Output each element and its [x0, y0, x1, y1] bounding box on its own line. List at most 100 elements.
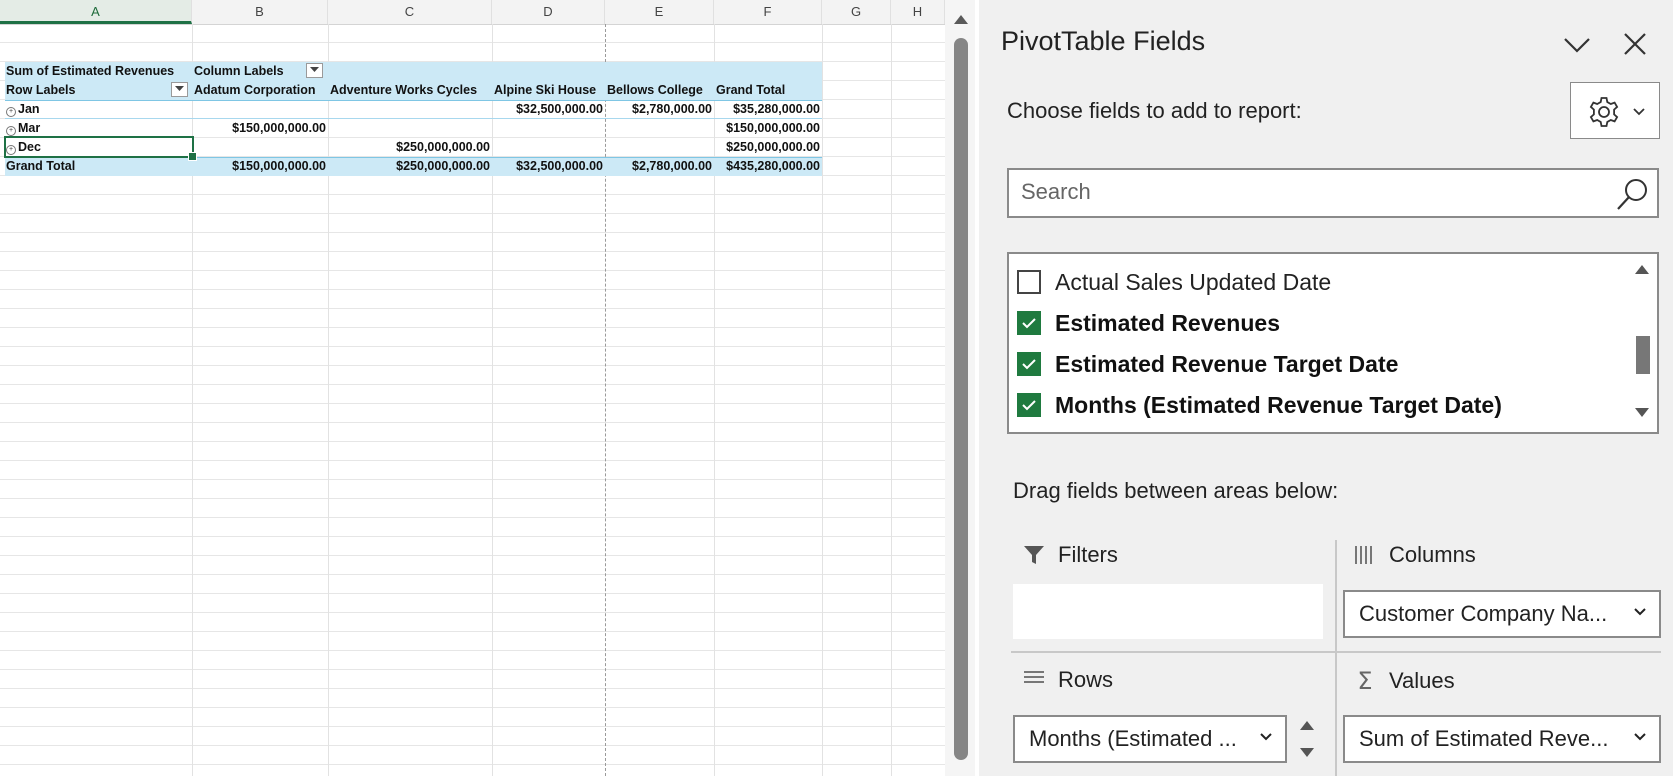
- pivot-col-header[interactable]: Alpine Ski House: [494, 81, 596, 100]
- pivot-total-cell[interactable]: $32,500,000.00: [494, 157, 603, 176]
- pivot-total-cell[interactable]: $250,000,000.00: [330, 157, 490, 176]
- pivot-cell[interactable]: [494, 138, 603, 157]
- pivot-col-header[interactable]: Grand Total: [716, 81, 785, 100]
- chevron-down-icon[interactable]: [1633, 731, 1647, 743]
- filter-icon: [1024, 546, 1044, 564]
- pane-close-button[interactable]: [1619, 28, 1651, 60]
- chevron-down-icon: [1633, 108, 1645, 116]
- area-divider: [1011, 651, 1661, 653]
- pivottable-fields-pane: PivotTable Fields Choose fields to add t…: [979, 0, 1673, 776]
- pivot-cell[interactable]: $250,000,000.00: [330, 138, 490, 157]
- pane-title: PivotTable Fields: [1001, 26, 1206, 56]
- scroll-down-arrow-icon[interactable]: [1633, 406, 1651, 420]
- pivot-cell[interactable]: $2,780,000.00: [607, 100, 712, 119]
- worksheet[interactable]: A B C D E F G H Sum of Estimated Revenue…: [0, 0, 945, 776]
- field-item[interactable]: Estimated Revenues: [1017, 303, 1280, 343]
- filters-area-header: Filters: [1020, 542, 1118, 568]
- pivot-cell[interactable]: [194, 138, 326, 157]
- column-header-a[interactable]: A: [0, 0, 192, 24]
- rows-field-label: Months (Estimated ...: [1029, 726, 1237, 751]
- pivot-cell[interactable]: [607, 119, 712, 138]
- gridline: [714, 24, 715, 776]
- field-label: Months (Estimated Revenue Target Date): [1055, 391, 1502, 418]
- field-list[interactable]: Actual Sales Updated Date Estimated Reve…: [1007, 252, 1659, 434]
- scrollbar-thumb[interactable]: [1636, 336, 1650, 374]
- area-divider: [1335, 540, 1337, 776]
- pivot-corner-label[interactable]: Sum of Estimated Revenues: [6, 62, 174, 81]
- rows-label: Rows: [1058, 667, 1114, 692]
- close-icon: [1624, 33, 1646, 55]
- values-field-pill[interactable]: Sum of Estimated Reve...: [1343, 715, 1661, 763]
- pivot-cell[interactable]: [330, 100, 490, 119]
- pivot-cell[interactable]: [194, 100, 326, 119]
- search-icon[interactable]: [1615, 176, 1651, 212]
- pivot-cell[interactable]: $150,000,000.00: [194, 119, 326, 138]
- column-header-b[interactable]: B: [192, 0, 328, 24]
- checkmark-icon: [1022, 359, 1036, 370]
- pivot-col-header[interactable]: Adventure Works Cycles: [330, 81, 477, 100]
- pivot-column-labels[interactable]: Column Labels: [194, 62, 284, 81]
- field-item[interactable]: Months (Estimated Revenue Target Date): [1017, 385, 1502, 425]
- fill-handle[interactable]: [188, 152, 197, 161]
- pivot-cell[interactable]: $150,000,000.00: [716, 119, 820, 138]
- pivot-row-labels[interactable]: Row Labels: [6, 81, 75, 100]
- scrollbar-thumb[interactable]: [954, 38, 968, 760]
- gridline: [492, 24, 493, 776]
- field-checkbox[interactable]: [1017, 352, 1041, 376]
- filters-drop-zone[interactable]: [1013, 584, 1323, 639]
- expand-icon[interactable]: +: [6, 107, 16, 117]
- gridline: [328, 24, 329, 776]
- column-header-e[interactable]: E: [605, 0, 714, 24]
- field-checkbox[interactable]: [1017, 270, 1041, 294]
- choose-fields-label: Choose fields to add to report:: [1007, 98, 1302, 123]
- rows-field-pill[interactable]: Months (Estimated ...: [1013, 715, 1287, 763]
- search-input[interactable]: [1009, 170, 1613, 214]
- filter-dropdown-icon: [175, 86, 184, 91]
- expand-icon[interactable]: +: [6, 126, 16, 136]
- filter-dropdown-icon: [310, 67, 319, 72]
- chevron-down-icon[interactable]: [1259, 731, 1273, 743]
- column-labels-filter-button[interactable]: [306, 63, 323, 78]
- pivot-total-cell[interactable]: $435,280,000.00: [716, 157, 820, 176]
- pivot-row-jan[interactable]: + Jan: [6, 100, 40, 119]
- pivot-cell[interactable]: $250,000,000.00: [716, 138, 820, 157]
- pivot-cell[interactable]: [607, 138, 712, 157]
- field-checkbox[interactable]: [1017, 311, 1041, 335]
- pivot-cell[interactable]: [330, 119, 490, 138]
- field-item[interactable]: Estimated Revenue Target Date: [1017, 344, 1398, 384]
- pivot-cell[interactable]: $32,500,000.00: [494, 100, 603, 119]
- pivot-total-cell[interactable]: $2,780,000.00: [607, 157, 712, 176]
- columns-field-label: Customer Company Na...: [1359, 601, 1608, 626]
- column-header-d[interactable]: D: [492, 0, 605, 24]
- field-search-box[interactable]: [1007, 168, 1659, 218]
- column-header-c[interactable]: C: [328, 0, 492, 24]
- pivot-cell[interactable]: [494, 119, 603, 138]
- chevron-down-icon: [1564, 38, 1590, 53]
- column-header-h[interactable]: H: [891, 0, 945, 24]
- pane-options-button[interactable]: [1561, 28, 1593, 60]
- column-header-f[interactable]: F: [714, 0, 822, 24]
- chevron-down-icon[interactable]: [1633, 606, 1647, 618]
- pivot-col-header[interactable]: Bellows College: [607, 81, 703, 100]
- field-checkbox[interactable]: [1017, 393, 1041, 417]
- scroll-up-arrow-icon[interactable]: [1633, 262, 1651, 276]
- column-header-g[interactable]: G: [822, 0, 891, 24]
- columns-field-pill[interactable]: Customer Company Na...: [1343, 590, 1661, 638]
- filters-label: Filters: [1058, 542, 1118, 567]
- active-cell-border: [4, 136, 194, 158]
- pivot-col-header[interactable]: Adatum Corporation: [194, 81, 316, 100]
- rows-icon: [1024, 671, 1044, 683]
- pivot-grand-total-label[interactable]: Grand Total: [6, 157, 75, 176]
- field-list-scrollbar[interactable]: [1625, 254, 1657, 432]
- columns-label: Columns: [1389, 542, 1476, 567]
- sheet-vertical-scrollbar[interactable]: [945, 0, 975, 776]
- move-down-arrow-icon[interactable]: [1298, 746, 1316, 760]
- field-list-settings-button[interactable]: [1570, 82, 1660, 139]
- pivot-total-cell[interactable]: $150,000,000.00: [194, 157, 326, 176]
- field-item[interactable]: Actual Sales Updated Date: [1017, 262, 1331, 302]
- pivot-cell[interactable]: $35,280,000.00: [716, 100, 820, 119]
- move-up-arrow-icon[interactable]: [1298, 718, 1316, 732]
- scroll-up-arrow-icon[interactable]: [952, 12, 970, 26]
- row-labels-filter-button[interactable]: [171, 82, 188, 97]
- page-break-line: [605, 24, 606, 776]
